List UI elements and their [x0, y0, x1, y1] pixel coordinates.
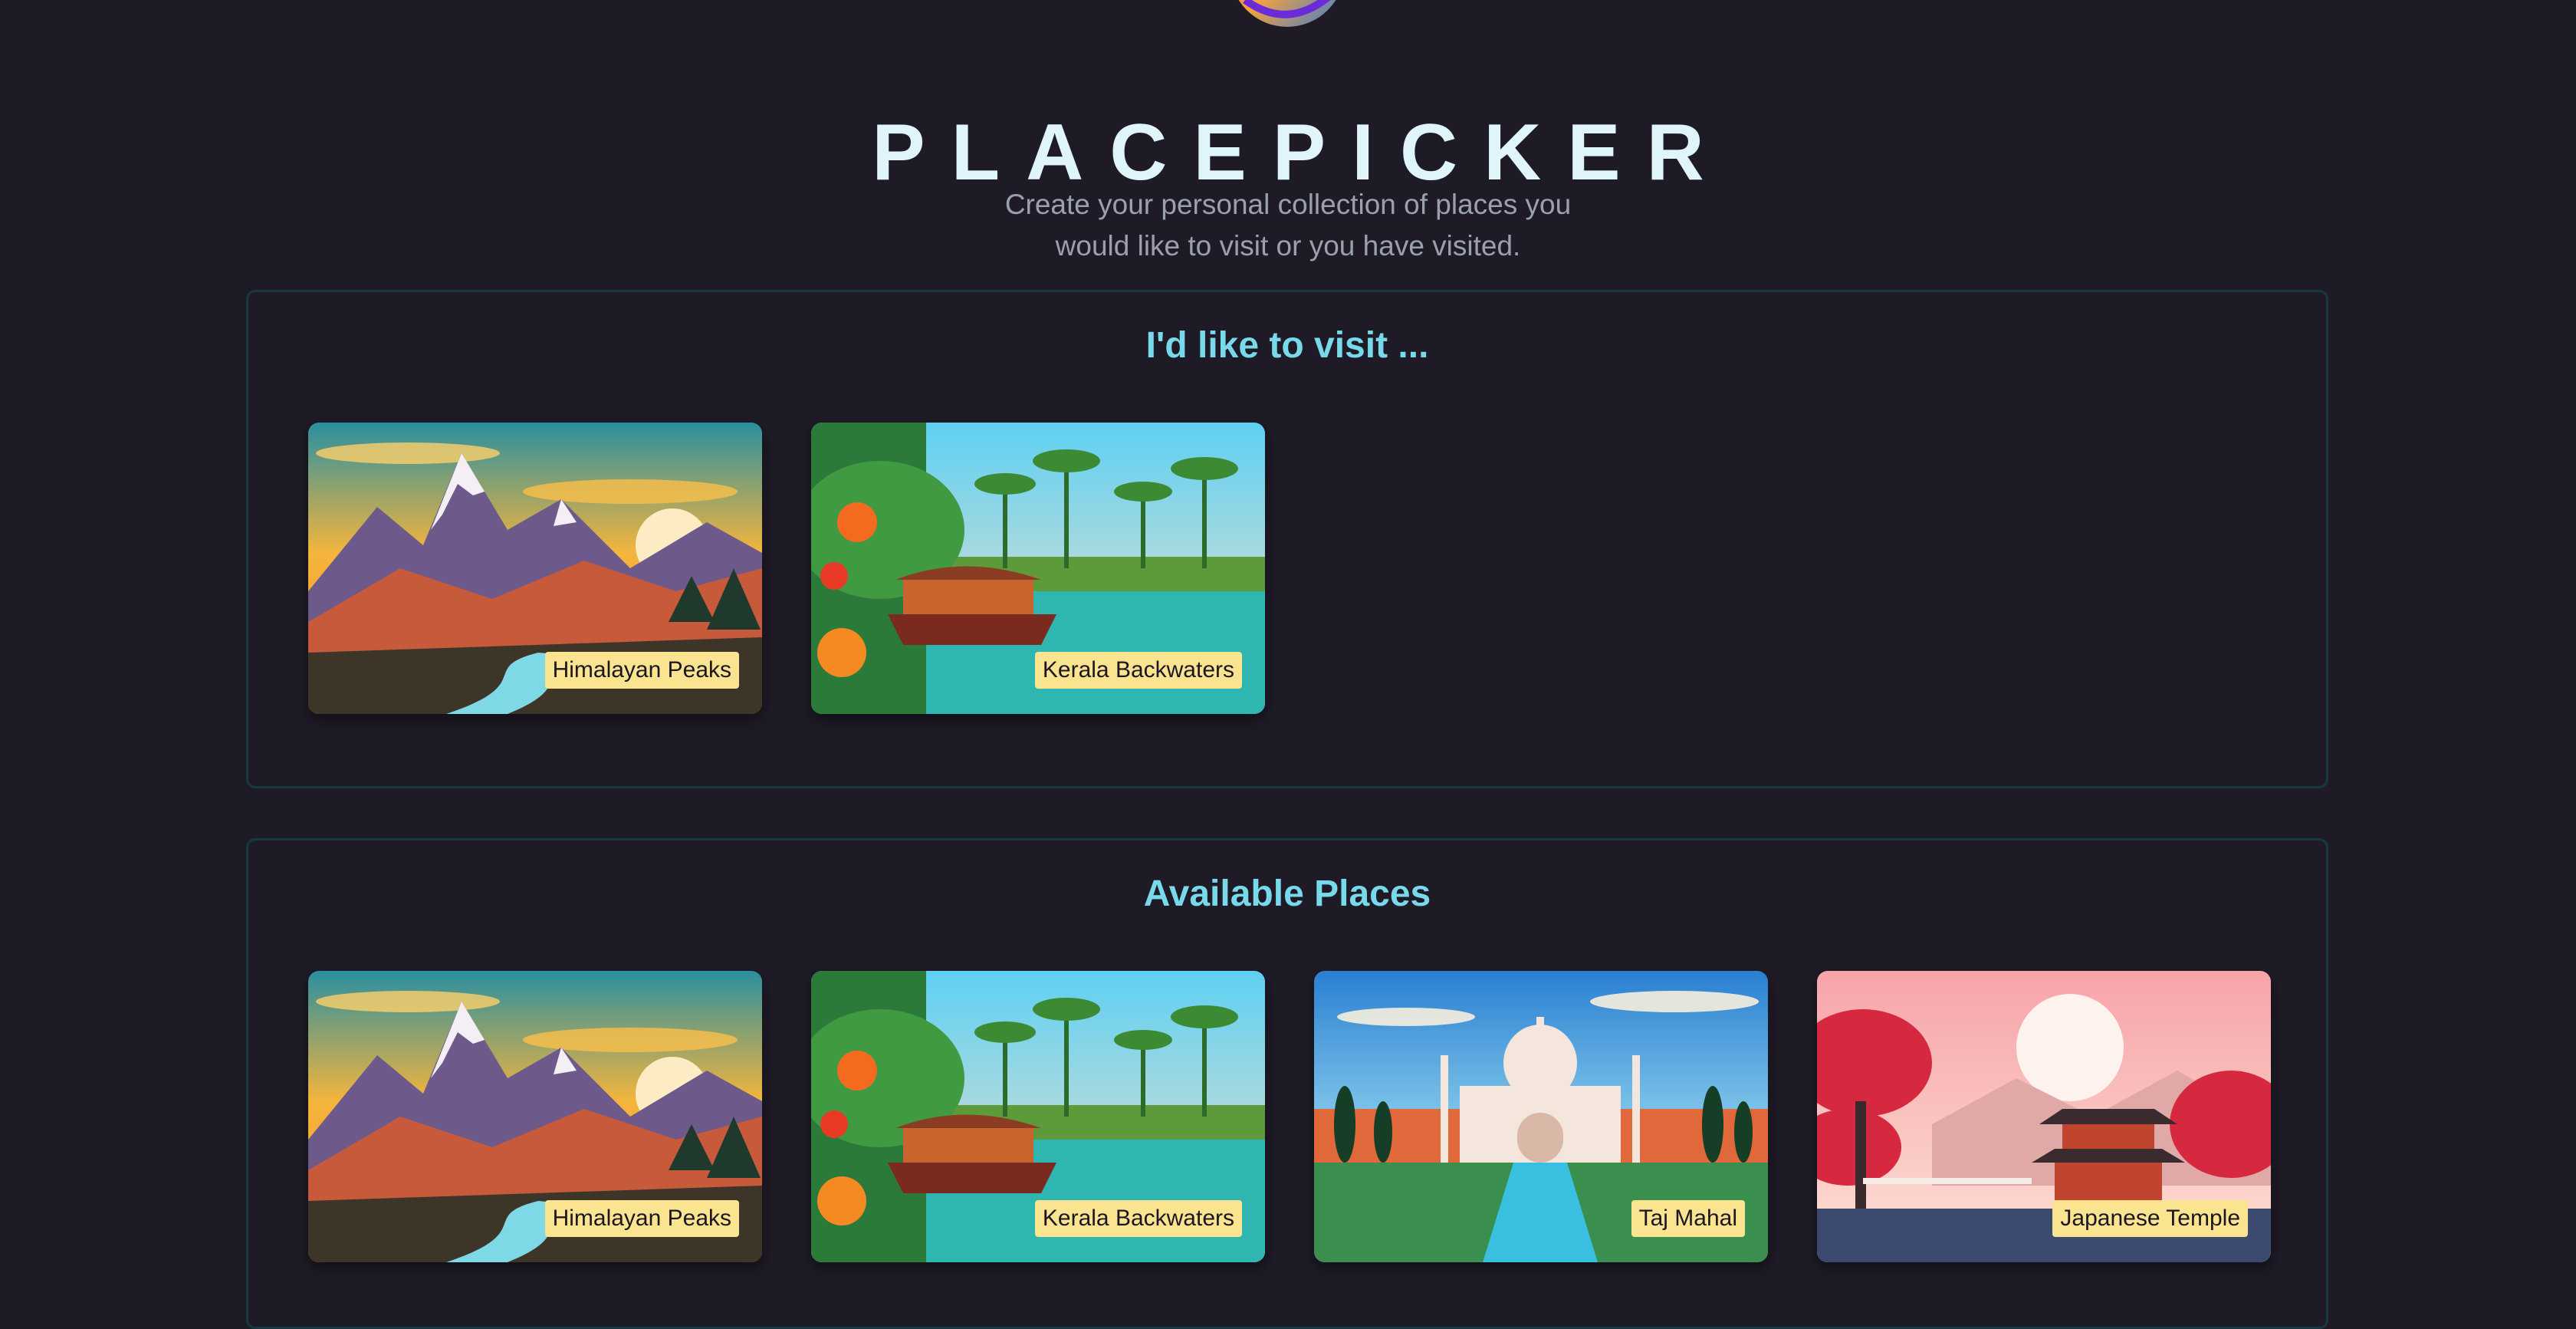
- place-card-taj-mahal[interactable]: Taj Mahal: [1314, 971, 1768, 1262]
- wishlist-section: I'd like to visit ... Himalayan Peaks Ke…: [246, 290, 2328, 788]
- place-card-japanese-temple[interactable]: Japanese Temple: [1817, 971, 2271, 1262]
- place-card-kerala-backwaters[interactable]: Kerala Backwaters: [811, 423, 1265, 714]
- place-label: Kerala Backwaters: [1034, 652, 1242, 689]
- place-label: Japanese Temple: [2052, 1200, 2248, 1237]
- place-card-himalayan-peaks[interactable]: Himalayan Peaks: [308, 423, 762, 714]
- logo: [1230, 0, 1345, 31]
- place-card-himalayan-peaks[interactable]: Himalayan Peaks: [308, 971, 762, 1262]
- available-places-section: Available Places Himalayan Peaks Kerala …: [246, 838, 2328, 1329]
- section-title: I'd like to visit ...: [1145, 325, 1429, 366]
- place-label: Himalayan Peaks: [544, 1200, 739, 1237]
- place-label: Taj Mahal: [1631, 1200, 1745, 1237]
- app-subtitle: Create your personal collection of place…: [1004, 189, 1572, 262]
- section-title: Available Places: [1143, 873, 1431, 914]
- place-label: Himalayan Peaks: [544, 652, 739, 689]
- place-card-kerala-backwaters[interactable]: Kerala Backwaters: [811, 971, 1265, 1262]
- place-label: Kerala Backwaters: [1034, 1200, 1242, 1237]
